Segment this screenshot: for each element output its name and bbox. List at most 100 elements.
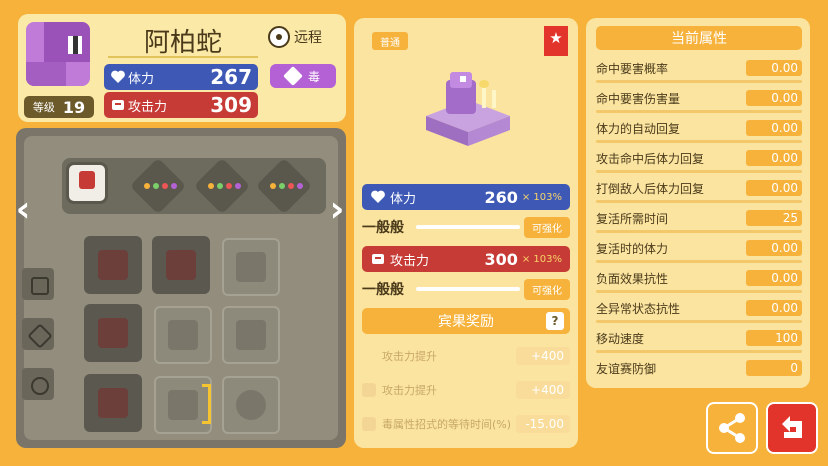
- hp-rank-bar: [416, 225, 520, 229]
- range-label: 远程: [294, 30, 322, 46]
- fist-icon: [112, 100, 124, 110]
- attack-stat: 攻击力 309: [104, 92, 258, 118]
- board-tile[interactable]: [222, 376, 280, 434]
- attribute-label: 复活所需时间: [596, 211, 669, 226]
- side-tab-1[interactable]: [22, 268, 54, 300]
- move-hp-value: 260: [484, 187, 518, 207]
- bonus-row: 毒属性招式的等待时间(%) -15.00: [362, 412, 570, 436]
- move-attack-stat: 攻击力 300 × 103%: [362, 246, 570, 272]
- attribute-label: 友谊赛防御: [596, 361, 657, 376]
- move-device-image: [426, 72, 510, 146]
- bonus-value: +400: [516, 347, 570, 365]
- attributes-title: 当前属性: [596, 26, 802, 50]
- attribute-row: 攻击命中后体力回复 0.00: [596, 146, 802, 173]
- attribute-value: 25: [746, 210, 802, 226]
- attribute-row: 移动速度 100: [596, 326, 802, 353]
- prev-arrow[interactable]: ‹: [14, 190, 32, 230]
- attribute-row: 体力的自动回复 0.00: [596, 116, 802, 143]
- poison-type-icon: [283, 66, 303, 86]
- attack-value: 309: [210, 93, 252, 117]
- board-tile[interactable]: [222, 238, 280, 296]
- attribute-label: 移动速度: [596, 331, 645, 346]
- board-tile[interactable]: [152, 236, 210, 294]
- board-tile[interactable]: [84, 236, 142, 294]
- help-button[interactable]: ?: [546, 312, 564, 330]
- bonus-value: -15.00: [516, 415, 570, 433]
- type-label: 毒: [307, 69, 320, 84]
- bonus-label: 攻击力提升: [382, 384, 437, 397]
- share-icon: [719, 413, 745, 443]
- attribute-row: 命中要害概率 0.00: [596, 56, 802, 83]
- fist-icon: [372, 254, 384, 264]
- selected-move-slot[interactable]: [66, 162, 108, 204]
- range-icon: [268, 26, 290, 48]
- selection-bracket: [202, 384, 211, 424]
- attribute-value: 0.00: [746, 120, 802, 136]
- bingo-title: 宾果奖励: [438, 314, 494, 330]
- share-button[interactable]: [706, 402, 758, 454]
- attribute-row: 复活所需时间 25: [596, 206, 802, 233]
- move-board: [16, 128, 346, 448]
- bonus-label: 攻击力提升: [382, 350, 437, 363]
- level-badge: 等级 19: [24, 96, 94, 118]
- level-label: 等级: [32, 101, 55, 114]
- attribute-value: 0.00: [746, 240, 802, 256]
- bonus-value: +400: [516, 381, 570, 399]
- bingo-reward-header: 宾果奖励 ?: [362, 308, 570, 334]
- heart-icon: [371, 190, 385, 203]
- attribute-label: 体力的自动回复: [596, 121, 681, 136]
- move-icon: [79, 171, 95, 189]
- attribute-row: 负面效果抗性 0.00: [596, 266, 802, 293]
- attack-rank-row: 一般般 可强化: [362, 278, 570, 300]
- move-attack-multiplier: × 103%: [521, 253, 562, 265]
- back-button[interactable]: [766, 402, 818, 454]
- attribute-label: 复活时的体力: [596, 241, 669, 256]
- side-tab-3[interactable]: [22, 368, 54, 400]
- attribute-value: 0.00: [746, 150, 802, 166]
- bonus-icon: [362, 349, 376, 363]
- slot-dots-3: [270, 183, 303, 189]
- enhance-hp-button[interactable]: 可强化: [524, 216, 570, 238]
- board-tile[interactable]: [154, 306, 212, 364]
- attribute-value: 0.00: [746, 300, 802, 316]
- move-hp-stat: 体力 260 × 103%: [362, 184, 570, 210]
- board-tile[interactable]: [84, 374, 142, 432]
- board-inner: [22, 136, 338, 440]
- attributes-panel: 当前属性 命中要害概率 0.00 命中要害伤害量 0.00 体力的自动回复 0.00 …: [586, 18, 810, 388]
- move-detail-panel: 普通 体力 260 × 103% 一般般 可强化 攻击力 300 × 103% …: [354, 18, 578, 448]
- side-tab-2[interactable]: [22, 318, 54, 350]
- slot-dots-1: [144, 183, 177, 189]
- hp-rank-row: 一般般 可强化: [362, 216, 570, 238]
- attribute-label: 打倒敌人后体力回复: [596, 181, 705, 196]
- favorite-star-icon[interactable]: [544, 26, 568, 56]
- next-arrow[interactable]: ›: [328, 190, 346, 230]
- attribute-label: 命中要害概率: [596, 61, 669, 76]
- attribute-value: 0.00: [746, 270, 802, 286]
- rarity-badge: 普通: [372, 32, 408, 50]
- attribute-value: 0.00: [746, 180, 802, 196]
- attribute-label: 攻击命中后体力回复: [596, 151, 705, 166]
- attack-rank: 一般般: [362, 282, 404, 298]
- board-tile[interactable]: [222, 306, 280, 364]
- type-badge: 毒: [270, 64, 336, 88]
- range-indicator: 远程: [268, 24, 340, 50]
- slot-dots-2: [208, 183, 241, 189]
- enhance-attack-button[interactable]: 可强化: [524, 278, 570, 300]
- attribute-value: 0.00: [746, 90, 802, 106]
- attribute-row: 友谊赛防御 0: [596, 356, 802, 380]
- move-hp-multiplier: × 103%: [521, 191, 562, 203]
- bonus-row: 攻击力提升 +400: [362, 378, 570, 402]
- board-tile[interactable]: [84, 304, 142, 362]
- attack-label: 攻击力: [128, 99, 168, 115]
- attribute-row: 打倒敌人后体力回复 0.00: [596, 176, 802, 203]
- attack-rank-bar: [416, 287, 520, 291]
- hp-stat: 体力 267: [104, 64, 258, 90]
- hp-value: 267: [210, 65, 252, 89]
- board-tile[interactable]: [154, 376, 212, 434]
- level-value: 19: [62, 97, 86, 117]
- attribute-value: 0: [746, 360, 802, 376]
- attribute-row: 复活时的体力 0.00: [596, 236, 802, 263]
- attribute-label: 命中要害伤害量: [596, 91, 681, 106]
- move-hp-label: 体力: [390, 191, 417, 207]
- move-attack-label: 攻击力: [390, 253, 430, 269]
